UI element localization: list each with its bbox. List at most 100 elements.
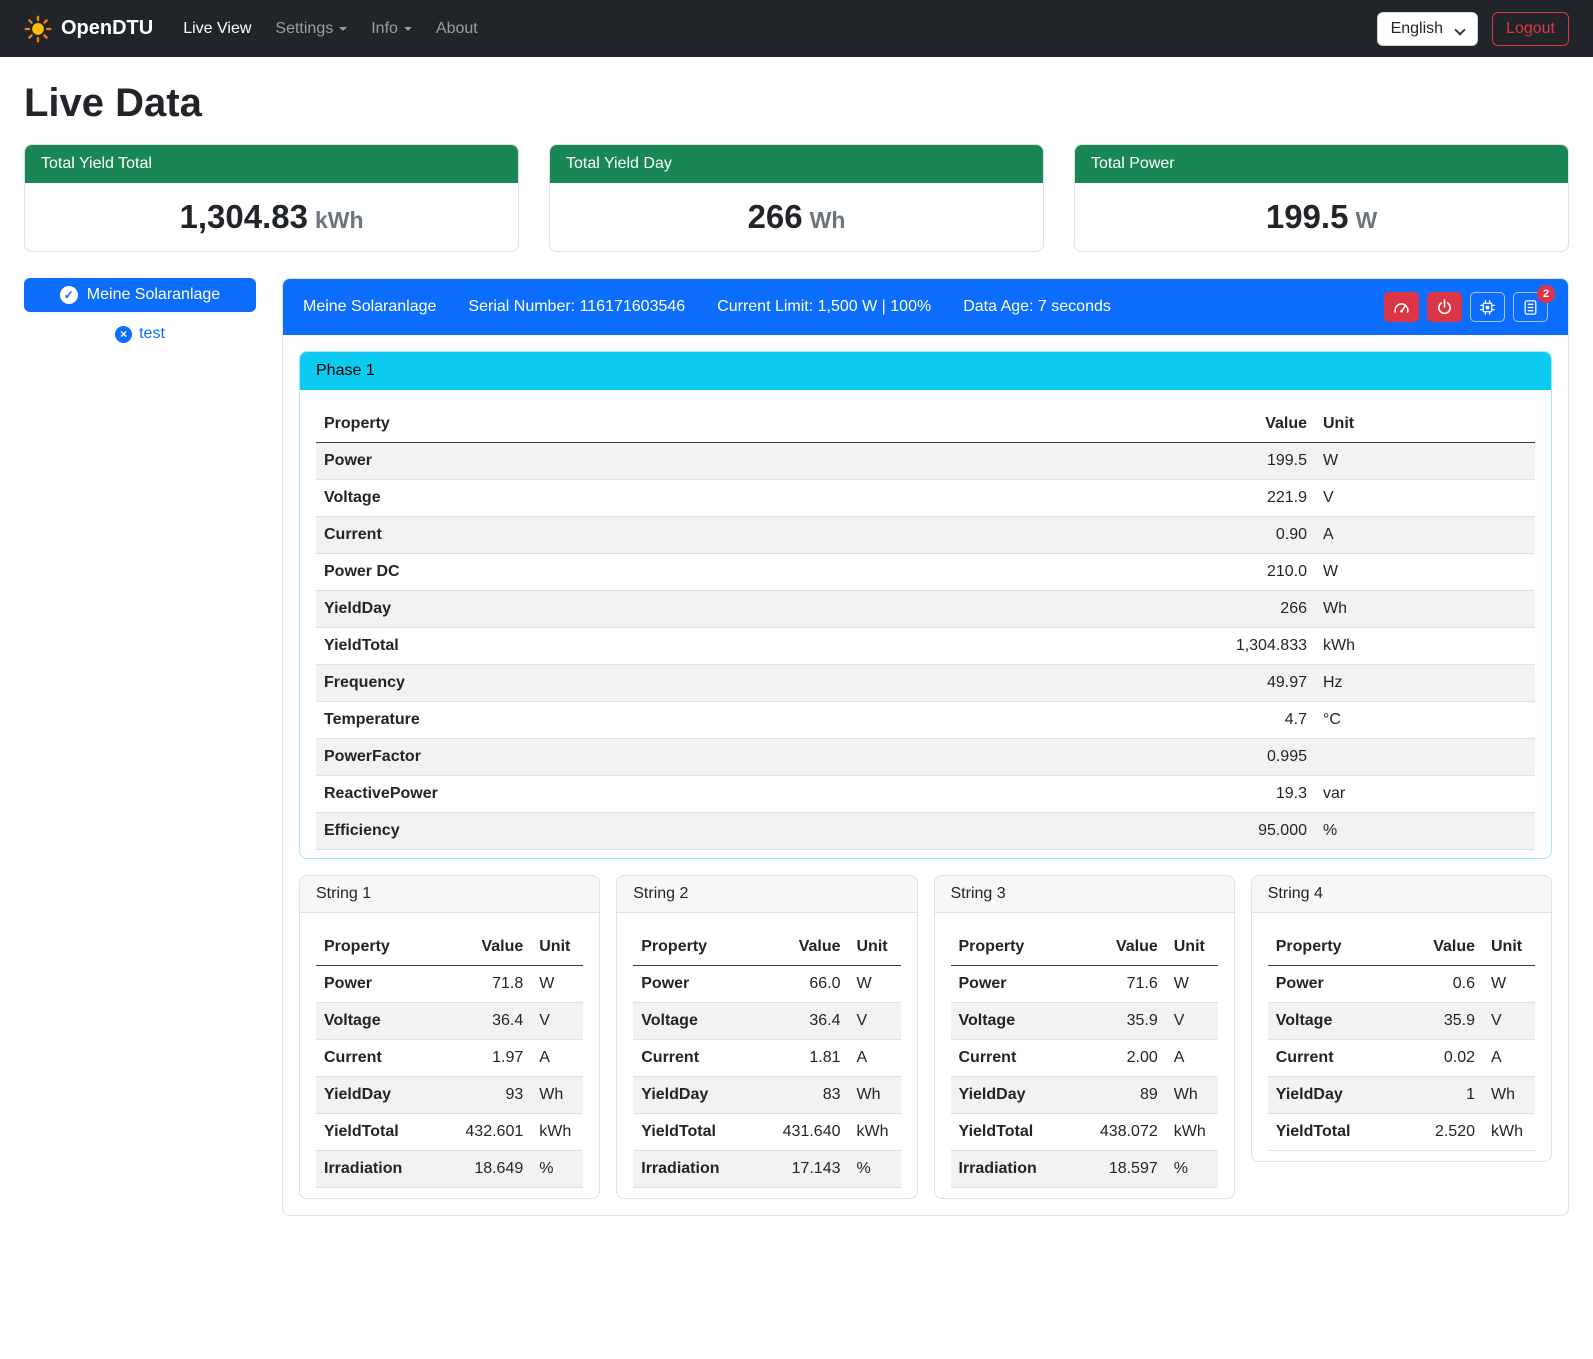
summary-card-body: 199.5W — [1075, 183, 1568, 251]
summary-unit: W — [1355, 207, 1377, 233]
value-cell: 36.4 — [754, 1003, 849, 1040]
event-log-button[interactable]: 2 — [1513, 292, 1548, 322]
unit-cell: V — [1315, 480, 1535, 517]
property-cell: PowerFactor — [316, 739, 914, 776]
value-cell: 35.9 — [1071, 1003, 1166, 1040]
column-header-property: Property — [951, 929, 1072, 966]
summary-card-total-yield-day: Total Yield Day 266Wh — [549, 144, 1044, 252]
string-title: String 1 — [300, 876, 599, 913]
unit-cell: % — [849, 1151, 901, 1188]
unit-cell: V — [1166, 1003, 1218, 1040]
property-cell: Power — [316, 966, 437, 1003]
navbar: OpenDTU Live View Settings Info About En… — [0, 0, 1593, 57]
column-header-value: Value — [1399, 929, 1483, 966]
unit-cell: W — [1166, 966, 1218, 1003]
column-header-property: Property — [316, 929, 437, 966]
value-cell: 93 — [437, 1077, 532, 1114]
string-table: Property Value Unit Power — [633, 929, 900, 1188]
unit-cell: Wh — [1166, 1077, 1218, 1114]
table-row: YieldTotal 2.520 kWh — [1268, 1114, 1535, 1151]
summary-card-total-power: Total Power 199.5W — [1074, 144, 1569, 252]
property-cell: Voltage — [1268, 1003, 1399, 1040]
nav-live-view[interactable]: Live View — [171, 12, 263, 46]
nav-about[interactable]: About — [424, 12, 490, 46]
table-row: ReactivePower 19.3 var — [316, 776, 1535, 813]
value-cell: 210.0 — [914, 554, 1315, 591]
check-circle-icon: ✓ — [60, 286, 78, 304]
table-row: Voltage 35.9 V — [1268, 1003, 1535, 1040]
unit-cell: °C — [1315, 702, 1535, 739]
unit-cell: kWh — [1315, 628, 1535, 665]
string-card-body: Property Value Unit Power — [935, 913, 1234, 1198]
unit-cell: A — [1315, 517, 1535, 554]
property-cell: Voltage — [633, 1003, 754, 1040]
inverter-panel-header: Meine Solaranlage Serial Number: 1161716… — [283, 279, 1568, 335]
summary-card-body: 266 Wh — [550, 183, 1043, 251]
language-select[interactable]: English — [1377, 12, 1478, 46]
column-header-property: Property — [633, 929, 754, 966]
unit-cell: W — [1315, 554, 1535, 591]
gauge-icon — [1393, 299, 1410, 316]
property-cell: YieldTotal — [316, 628, 914, 665]
table-row: YieldTotal 1,304.833 kWh — [316, 628, 1535, 665]
table-row: Power 0.6 W — [1268, 966, 1535, 1003]
journal-icon — [1522, 299, 1539, 316]
string-title: String 3 — [935, 876, 1234, 913]
property-cell: YieldTotal — [633, 1114, 754, 1151]
table-row: YieldDay 93 Wh — [316, 1077, 583, 1114]
table-row: YieldDay 83 Wh — [633, 1077, 900, 1114]
table-row: Efficiency 95.000 % — [316, 813, 1535, 850]
property-cell: Power DC — [316, 554, 914, 591]
value-cell: 19.3 — [914, 776, 1315, 813]
chevron-down-icon — [339, 27, 347, 31]
navbar-left: OpenDTU Live View Settings Info About — [24, 12, 490, 46]
inverter-actions: 2 — [1384, 292, 1548, 322]
nav-settings[interactable]: Settings — [263, 12, 359, 46]
unit-cell: A — [1483, 1040, 1535, 1077]
sun-icon — [24, 15, 52, 43]
string-table: Property Value Unit Power — [316, 929, 583, 1188]
table-row: YieldDay 266 Wh — [316, 591, 1535, 628]
inverter-serial: Serial Number: 116171603546 — [468, 298, 685, 316]
x-circle-icon: × — [115, 326, 132, 343]
brand-label: OpenDTU — [61, 17, 153, 40]
inverter-panel-body: Phase 1 Property Value Unit — [283, 335, 1568, 1215]
property-cell: YieldDay — [316, 1077, 437, 1114]
inverter-select-button[interactable]: ✓ Meine Solaranlage — [24, 278, 256, 312]
column-header-value: Value — [437, 929, 532, 966]
summary-card-title: Total Power — [1075, 145, 1568, 183]
limit-settings-button[interactable] — [1384, 292, 1419, 322]
phase-title: Phase 1 — [300, 352, 1551, 390]
inverter-item-test[interactable]: × test — [24, 325, 256, 343]
table-row: YieldTotal 432.601 kWh — [316, 1114, 583, 1151]
chevron-down-icon — [404, 27, 412, 31]
value-cell: 1.81 — [754, 1040, 849, 1077]
brand-link[interactable]: OpenDTU — [24, 15, 153, 43]
summary-unit: Wh — [810, 207, 846, 233]
value-cell: 432.601 — [437, 1114, 532, 1151]
value-cell: 1 — [1399, 1077, 1483, 1114]
value-cell: 83 — [754, 1077, 849, 1114]
table-row: Irradiation 18.597 % — [951, 1151, 1218, 1188]
unit-cell: Hz — [1315, 665, 1535, 702]
logout-button[interactable]: Logout — [1492, 12, 1569, 46]
unit-cell: V — [531, 1003, 583, 1040]
property-cell: YieldTotal — [1268, 1114, 1399, 1151]
strings-row: String 1 Property Value Unit — [299, 875, 1552, 1199]
table-header-row: Property Value Unit — [951, 929, 1218, 966]
table-row: Power 199.5 W — [316, 443, 1535, 480]
column-header-property: Property — [1268, 929, 1399, 966]
summary-value: 266 — [748, 198, 803, 235]
device-info-button[interactable] — [1470, 292, 1505, 322]
unit-cell: W — [531, 966, 583, 1003]
value-cell: 1.97 — [437, 1040, 532, 1077]
summary-card-total-yield-total: Total Yield Total 1,304.83kWh — [24, 144, 519, 252]
table-row: YieldTotal 431.640 kWh — [633, 1114, 900, 1151]
nav-about-label: About — [436, 20, 478, 38]
power-toggle-button[interactable] — [1427, 292, 1462, 322]
table-row: Power DC 210.0 W — [316, 554, 1535, 591]
table-row: YieldTotal 438.072 kWh — [951, 1114, 1218, 1151]
nav-info[interactable]: Info — [359, 12, 424, 46]
string-card-2: String 2 Property Value Unit — [616, 875, 917, 1199]
summary-value: 1,304.83 — [179, 198, 307, 235]
